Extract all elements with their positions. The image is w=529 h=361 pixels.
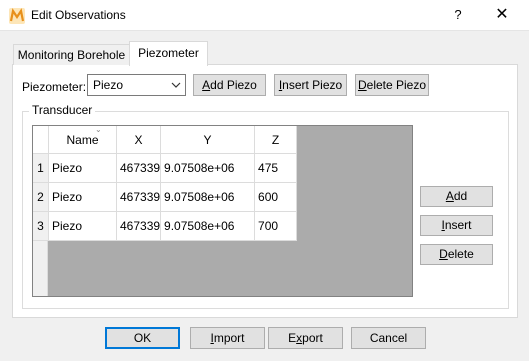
row-number[interactable]: 2 (33, 182, 49, 212)
insert-piezo-label: nsert Piezo (282, 78, 343, 92)
cell-y[interactable]: 9.07508e+06 (160, 182, 256, 212)
cell-z[interactable]: 700 (254, 211, 298, 241)
cell-z[interactable]: 600 (254, 182, 298, 212)
delete-piezo-label: elete Piezo (366, 78, 427, 92)
table-row[interactable]: 3 Piezo 467339 9.07508e+06 700 (33, 211, 298, 241)
table-header-row: ⌄ Name X Y Z (33, 125, 298, 154)
export-label-end: port (302, 331, 323, 345)
insert-row-label: nsert (444, 218, 472, 232)
cancel-button[interactable]: Cancel (351, 327, 426, 349)
transducer-table[interactable]: ⌄ Name X Y Z 1 Piezo 467339 9.07508e+06 4… (32, 125, 413, 297)
window-title: Edit Observations (31, 8, 126, 22)
row-number[interactable]: 3 (33, 211, 49, 241)
close-icon[interactable]: ✕ (484, 4, 520, 26)
sort-indicator-icon: ⌄ (95, 125, 102, 134)
export-button[interactable]: Export (268, 327, 343, 349)
table-row[interactable]: 1 Piezo 467339 9.07508e+06 475 (33, 153, 298, 183)
piezometer-label: Piezometer: (22, 80, 87, 94)
ok-button[interactable]: OK (105, 327, 180, 349)
row-number[interactable]: 1 (33, 153, 49, 183)
add-piezo-label: dd Piezo (210, 78, 257, 92)
piezometer-select[interactable]: Piezo (87, 74, 186, 96)
add-row-label: dd (453, 189, 468, 203)
help-button[interactable]: ? (441, 4, 475, 26)
export-label-start: E (288, 331, 297, 345)
column-header-name[interactable]: ⌄ Name (48, 125, 117, 154)
cell-x[interactable]: 467339 (116, 153, 162, 183)
cell-x[interactable]: 467339 (116, 211, 162, 241)
cell-x[interactable]: 467339 (116, 182, 162, 212)
corner-cell (33, 126, 49, 154)
column-header-name-label: Name (66, 132, 99, 147)
add-piezo-button[interactable]: Add Piezo (193, 74, 266, 96)
column-header-x[interactable]: X (116, 126, 162, 154)
delete-row-label: elete (447, 247, 474, 261)
cell-name[interactable]: Piezo (48, 182, 117, 212)
delete-row-mnemonic: D (439, 247, 448, 261)
delete-piezo-button[interactable]: Delete Piezo (355, 74, 429, 96)
add-piezo-mnemonic: A (202, 78, 211, 92)
tab-monitoring-borehole[interactable]: Monitoring Borehole (13, 44, 130, 65)
delete-piezo-mnemonic: D (357, 78, 367, 92)
import-button[interactable]: Import (190, 327, 265, 349)
column-header-y[interactable]: Y (160, 126, 256, 154)
row-header-filler (33, 238, 48, 296)
delete-row-button[interactable]: Delete (420, 244, 493, 265)
import-label: mport (213, 331, 245, 345)
transducer-group-label: Transducer (29, 103, 96, 117)
chevron-down-icon (171, 75, 181, 102)
column-header-z[interactable]: Z (254, 126, 298, 154)
cell-z[interactable]: 475 (254, 153, 298, 183)
table-row[interactable]: 2 Piezo 467339 9.07508e+06 600 (33, 182, 298, 212)
tab-piezometer[interactable]: Piezometer (129, 41, 208, 66)
cell-y[interactable]: 9.07508e+06 (160, 153, 256, 183)
cell-y[interactable]: 9.07508e+06 (160, 211, 256, 241)
insert-row-button[interactable]: Insert (420, 215, 493, 236)
cell-name[interactable]: Piezo (48, 153, 117, 183)
insert-piezo-button[interactable]: Insert Piezo (274, 74, 347, 96)
app-logo-icon (9, 8, 25, 24)
add-row-button[interactable]: Add (420, 186, 493, 207)
add-row-mnemonic: A (445, 189, 454, 203)
cell-name[interactable]: Piezo (48, 211, 117, 241)
piezometer-selected-value: Piezo (93, 78, 124, 92)
